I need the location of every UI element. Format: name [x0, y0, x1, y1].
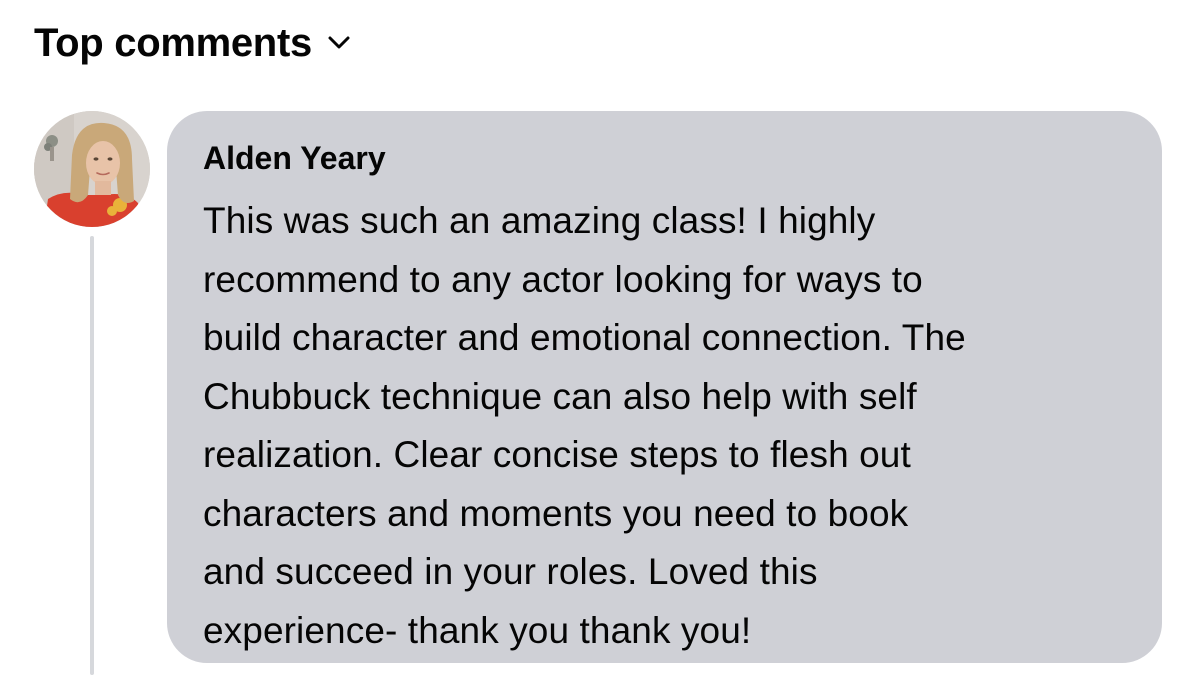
comment-sort-dropdown[interactable]: Top comments [34, 16, 350, 70]
comment-text: This was such an amazing class! I highly… [203, 192, 1126, 660]
comment-text-line: characters and moments you need to book [203, 492, 909, 534]
sort-label: Top comments [34, 21, 312, 65]
comment-text-line: This was such an amazing class! I highly [203, 200, 876, 241]
comment-author[interactable]: Alden Yeary [203, 137, 1126, 179]
user-avatar[interactable] [34, 111, 150, 227]
comment-text-line: and succeed in your roles. Loved this [203, 551, 818, 592]
comment-bubble: Alden Yeary This was such an amazing cla… [167, 111, 1162, 663]
comments-section: Top comments Alden Yeary This was such a… [0, 0, 1200, 675]
comment-text-line: experience- thank you thank you! [203, 609, 752, 651]
thread-line [90, 236, 94, 675]
comment-text-line: Chubbuck technique can also help with se… [203, 375, 917, 417]
comment-text-line: recommend to any actor looking for ways … [203, 258, 923, 300]
chevron-down-icon [328, 36, 350, 49]
comment-text-line: realization. Clear concise steps to fles… [203, 434, 911, 475]
comment-text-line: build character and emotional connection… [203, 317, 966, 358]
avatar-photo [34, 111, 150, 227]
